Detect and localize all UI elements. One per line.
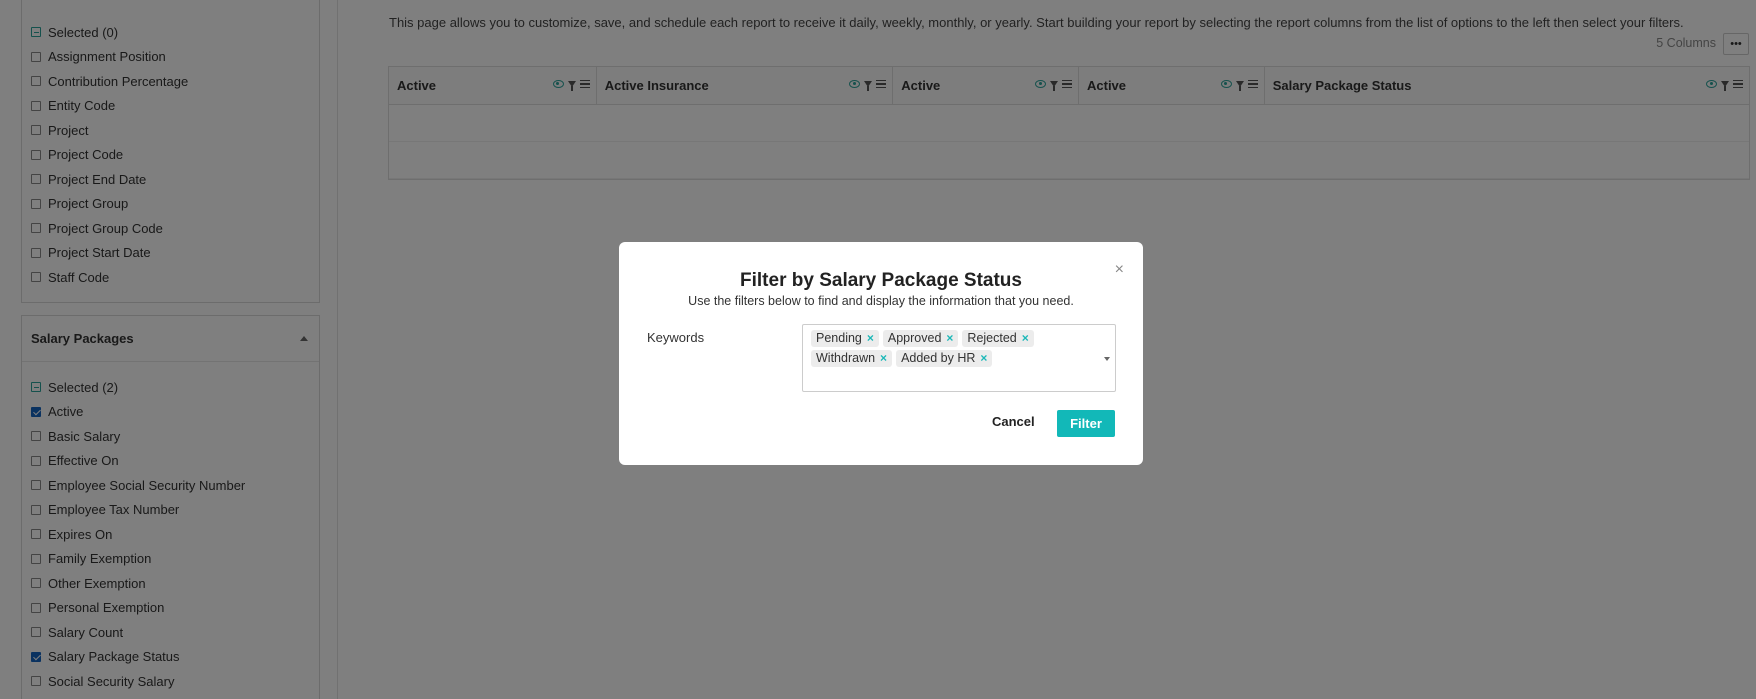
keyword-tag-label: Approved [887, 331, 942, 345]
keyword-tag: Added by HR × [896, 350, 993, 367]
remove-tag-icon[interactable]: × [880, 350, 887, 367]
remove-tag-icon[interactable]: × [1022, 330, 1029, 347]
keywords-label: Keywords [647, 330, 705, 345]
keyword-tag-label: Added by HR [901, 351, 976, 365]
keywords-multiselect[interactable]: Pending × Approved × Rejected × Withdrawn × Adde… [802, 324, 1116, 392]
keyword-tag-label: Rejected [967, 331, 1017, 345]
modal-title: Filter by Salary Package Status [740, 270, 1022, 291]
remove-tag-icon[interactable]: × [867, 330, 874, 347]
keyword-tag-label: Pending [816, 331, 862, 345]
cancel-button[interactable]: Cancel [992, 414, 1035, 429]
remove-tag-icon[interactable]: × [980, 350, 987, 367]
keyword-tag: Withdrawn × [811, 350, 893, 367]
filter-button[interactable]: Filter [1057, 410, 1115, 437]
keyword-tag: Approved × [882, 330, 959, 347]
modal-subtitle: Use the filters below to find and displa… [688, 294, 1074, 308]
keyword-tag-label: Withdrawn [816, 351, 876, 365]
filter-modal: × Filter by Salary Package Status Use th… [619, 242, 1143, 465]
chevron-down-icon[interactable] [1104, 357, 1110, 361]
keyword-tags: Pending × Approved × Rejected × Withdrawn × Adde… [811, 330, 1081, 367]
remove-tag-icon[interactable]: × [946, 330, 953, 347]
keyword-tag: Rejected × [962, 330, 1034, 347]
keyword-tag: Pending × [811, 330, 879, 347]
